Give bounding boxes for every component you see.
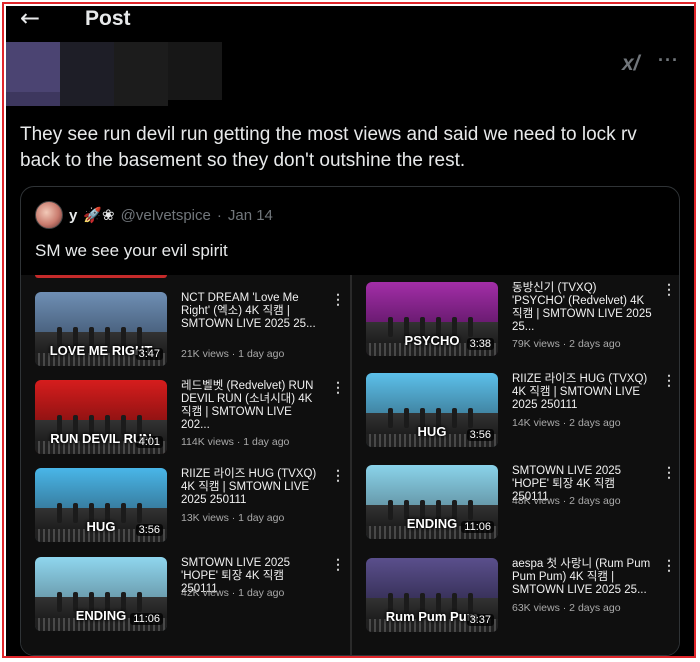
video-item[interactable]: LOVE ME RIGHT 3:47 NCT DREAM 'Love Me Righ… <box>21 292 349 372</box>
video-duration: 4:01 <box>135 436 163 448</box>
top-bar: ← Post <box>6 6 694 34</box>
author-blurred-name-1 <box>60 42 114 106</box>
video-column-left: LOVE ME RIGHT 3:47 NCT DREAM 'Love Me Righ… <box>21 275 349 655</box>
video-title[interactable]: 레드벨벳 (Redvelvet) RUN DEVIL RUN (소녀시대) 4K… <box>181 380 321 432</box>
previous-thumbnail-edge <box>35 275 167 278</box>
video-more-icon[interactable]: ⋮ <box>662 373 676 387</box>
video-more-icon[interactable]: ⋮ <box>662 558 676 572</box>
video-thumbnail[interactable]: HUG 3:56 <box>366 373 498 447</box>
page-title: Post <box>85 7 131 30</box>
quoted-avatar[interactable] <box>35 201 63 229</box>
video-meta: 63K views · 2 days ago <box>512 602 621 614</box>
video-item[interactable]: ENDING 11:06 SMTOWN LIVE 2025 'HOPE' 퇴장 4K… <box>352 465 679 545</box>
video-thumbnail[interactable]: Rum Pum Pum 3:37 <box>366 558 498 632</box>
video-item[interactable]: HUG 3:56 RIIZE 라이즈 HUG (TVXQ) 4K 직캠 | SMTO… <box>352 373 679 453</box>
video-meta: 21K views · 1 day ago <box>181 348 285 360</box>
video-more-icon[interactable]: ⋮ <box>662 282 676 296</box>
video-meta: 48K views · 2 days ago <box>512 495 621 507</box>
video-duration: 3:56 <box>135 524 163 536</box>
video-duration: 11:06 <box>461 521 494 533</box>
quoted-author-name[interactable]: y <box>69 207 77 224</box>
video-more-icon[interactable]: ⋮ <box>331 557 345 571</box>
author-blurred-name-2 <box>114 42 168 106</box>
author-blurred-name-4 <box>6 92 60 106</box>
author-blurred-name-3 <box>168 42 222 100</box>
more-options-icon[interactable]: ··· <box>658 50 679 71</box>
post-text: They see run devil run getting the most … <box>20 124 637 171</box>
video-title[interactable]: aespa 첫 사랑니 (Rum Pum Pum Pum) 4K 직캠 | SM… <box>512 558 652 597</box>
post-page: ← Post x/ ··· They see run devil run get… <box>6 6 694 656</box>
separator-dot: · <box>216 206 222 224</box>
video-more-icon[interactable]: ⋮ <box>662 465 676 479</box>
video-more-icon[interactable]: ⋮ <box>331 468 345 482</box>
video-title[interactable]: NCT DREAM 'Love Me Right' (엑소) 4K 직캠 | S… <box>181 292 321 331</box>
video-meta: 79K views · 2 days ago <box>512 338 621 350</box>
video-meta: 14K views · 2 days ago <box>512 417 621 429</box>
video-title[interactable]: RIIZE 라이즈 HUG (TVXQ) 4K 직캠 | SMTOWN LIVE… <box>181 468 321 507</box>
video-thumbnail[interactable]: HUG 3:56 <box>35 468 167 542</box>
video-title[interactable]: RIIZE 라이즈 HUG (TVXQ) 4K 직캠 | SMTOWN LIVE… <box>512 373 652 412</box>
video-meta: 42K views · 1 day ago <box>181 587 285 599</box>
video-thumbnail[interactable]: RUN DEVIL RUN 4:01 <box>35 380 167 454</box>
video-duration: 3:47 <box>135 348 163 360</box>
quoted-post-date[interactable]: Jan 14 <box>228 207 273 224</box>
back-arrow-icon[interactable]: ← <box>20 6 44 32</box>
video-duration: 3:56 <box>466 429 494 441</box>
video-thumbnail[interactable]: PSYCHO 3:38 <box>366 282 498 356</box>
grok-icon[interactable]: x/ <box>622 52 640 76</box>
quoted-post-header: y 🚀❀ @veIvetspice · Jan 14 <box>35 201 273 229</box>
video-item[interactable]: RUN DEVIL RUN 4:01 레드벨벳 (Redvelvet) RUN DE… <box>21 380 349 460</box>
video-column-right: PSYCHO 3:38 동방신기 (TVXQ) 'PSYCHO' (Redvelve… <box>350 275 679 655</box>
video-thumbnail[interactable]: ENDING 11:06 <box>35 557 167 631</box>
video-item[interactable]: ENDING 11:06 SMTOWN LIVE 2025 'HOPE' 퇴장 4K… <box>21 557 349 637</box>
video-item[interactable]: Rum Pum Pum 3:37 aespa 첫 사랑니 (Rum Pum Pum … <box>352 558 679 638</box>
quoted-author-handle[interactable]: @veIvetspice <box>121 207 211 224</box>
quoted-post[interactable]: y 🚀❀ @veIvetspice · Jan 14 SM we see you… <box>20 186 680 656</box>
video-item[interactable]: PSYCHO 3:38 동방신기 (TVXQ) 'PSYCHO' (Redvelve… <box>352 282 679 362</box>
video-meta: 114K views · 1 day ago <box>181 436 290 448</box>
video-thumbnail[interactable]: ENDING 11:06 <box>366 465 498 539</box>
video-duration: 11:06 <box>130 613 163 625</box>
video-more-icon[interactable]: ⋮ <box>331 380 345 394</box>
video-duration: 3:38 <box>466 338 494 350</box>
video-duration: 3:37 <box>466 614 494 626</box>
video-more-icon[interactable]: ⋮ <box>331 292 345 306</box>
video-thumbnail[interactable]: LOVE ME RIGHT 3:47 <box>35 292 167 366</box>
quoted-post-text: SM we see your evil spirit <box>35 241 228 260</box>
video-item[interactable]: HUG 3:56 RIIZE 라이즈 HUG (TVXQ) 4K 직캠 | SMTO… <box>21 468 349 548</box>
video-meta: 13K views · 1 day ago <box>181 512 285 524</box>
video-title[interactable]: 동방신기 (TVXQ) 'PSYCHO' (Redvelvet) 4K 직캠 |… <box>512 282 652 334</box>
rocket-flower-emoji-icon: 🚀❀ <box>83 206 115 224</box>
video-list-screenshot[interactable]: LOVE ME RIGHT 3:47 NCT DREAM 'Love Me Righ… <box>21 275 679 655</box>
